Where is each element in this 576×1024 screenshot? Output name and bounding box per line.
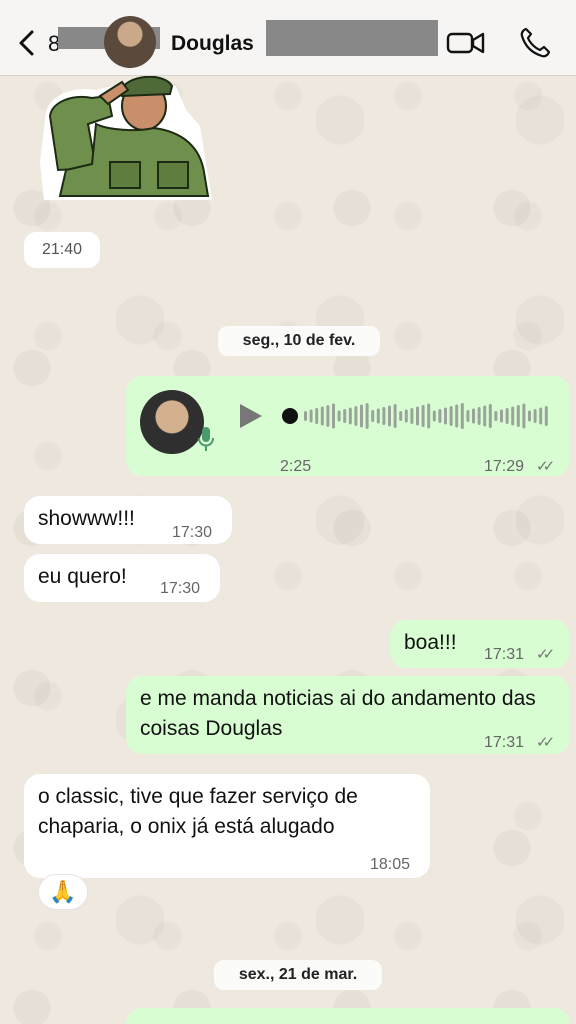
reaction-badge[interactable]: 🙏 bbox=[38, 874, 88, 910]
waveform-bar bbox=[483, 405, 487, 427]
waveform-bar bbox=[360, 404, 363, 428]
waveform-bar bbox=[393, 404, 397, 428]
waveform-bar bbox=[326, 405, 330, 427]
contact-name[interactable]: Douglas bbox=[171, 32, 254, 56]
message-time: 17:30 bbox=[172, 524, 213, 541]
saluting-soldier-sticker[interactable] bbox=[36, 72, 216, 204]
waveform-bar bbox=[399, 411, 403, 421]
waveform-bar bbox=[365, 403, 369, 429]
message-time: 17:29 bbox=[484, 458, 525, 475]
message-time: 17:30 bbox=[160, 580, 201, 597]
waveform-bar bbox=[522, 403, 526, 429]
waveform-bar bbox=[460, 403, 464, 429]
waveform-bar bbox=[388, 405, 391, 427]
waveform-bar bbox=[315, 408, 319, 424]
waveform-bar bbox=[438, 409, 442, 423]
waveform-bar bbox=[533, 409, 537, 423]
waveform-bar bbox=[494, 411, 498, 421]
message-text: o classic, tive que fazer serviço de cha… bbox=[38, 785, 358, 838]
waveform-bar bbox=[516, 405, 520, 427]
message-text: boa!!! bbox=[404, 631, 457, 654]
message-bubble-incoming[interactable]: o classic, tive que fazer serviço de cha… bbox=[24, 774, 430, 878]
message-time: 18:05 bbox=[370, 856, 411, 873]
waveform-bar bbox=[528, 410, 531, 422]
waveform-bar bbox=[488, 404, 492, 428]
microphone-icon bbox=[198, 427, 214, 451]
play-icon[interactable] bbox=[238, 402, 264, 430]
waveform-bar bbox=[382, 407, 386, 425]
waveform-bar bbox=[348, 407, 352, 425]
read-receipt-icon: ✓✓ bbox=[536, 734, 555, 751]
video-call-icon[interactable] bbox=[446, 28, 486, 58]
sender-avatar bbox=[140, 390, 204, 454]
waveform-bar bbox=[320, 406, 324, 426]
redacted-area bbox=[266, 20, 438, 56]
contact-avatar[interactable] bbox=[104, 16, 156, 68]
message-bubble-outgoing[interactable] bbox=[126, 1008, 570, 1024]
waveform-bar bbox=[544, 406, 548, 426]
read-receipt-icon: ✓✓ bbox=[536, 458, 555, 475]
waveform-bar bbox=[472, 408, 475, 424]
playhead-dot bbox=[282, 408, 298, 424]
waveform-bar bbox=[539, 407, 543, 425]
message-bubble-incoming[interactable]: showww!!! 17:30 bbox=[24, 496, 232, 544]
voice-duration: 2:25 bbox=[280, 458, 312, 475]
message-time: 17:31 bbox=[484, 734, 525, 751]
waveform-bar bbox=[455, 404, 459, 428]
phone-icon[interactable] bbox=[518, 26, 552, 60]
waveform-bar bbox=[304, 411, 307, 421]
waveform-bar bbox=[444, 407, 447, 425]
message-text: showww!!! bbox=[38, 507, 135, 530]
sticker-timestamp: 21:40 bbox=[24, 232, 100, 268]
date-separator: seg., 10 de fev. bbox=[218, 326, 380, 356]
waveform-bar bbox=[332, 403, 335, 429]
chat-header: 8 Douglas bbox=[0, 0, 576, 76]
waveform-bar bbox=[427, 403, 431, 429]
message-time: 17:31 bbox=[484, 646, 525, 663]
waveform-bar bbox=[416, 406, 419, 426]
waveform-bar bbox=[337, 410, 341, 422]
message-bubble-outgoing[interactable]: e me manda noticias ai do andamento das … bbox=[126, 676, 570, 754]
waveform-bar bbox=[376, 408, 380, 424]
waveform-bar bbox=[432, 410, 436, 422]
back-chevron-icon[interactable] bbox=[14, 28, 42, 58]
waveform-bar bbox=[477, 407, 481, 425]
waveform-bar bbox=[404, 409, 408, 423]
waveform-bar bbox=[354, 406, 358, 426]
waveform-bar bbox=[343, 409, 347, 423]
waveform-bar bbox=[466, 410, 470, 422]
message-text: eu quero! bbox=[38, 565, 127, 588]
waveform-bar bbox=[410, 408, 414, 424]
waveform-bar bbox=[421, 405, 425, 427]
message-bubble-outgoing[interactable]: boa!!! 17:31 ✓✓ bbox=[390, 620, 570, 668]
waveform-bar bbox=[511, 406, 515, 426]
date-separator: sex., 21 de mar. bbox=[214, 960, 382, 990]
voice-message[interactable]: 2:25 17:29 ✓✓ bbox=[126, 376, 570, 476]
waveform-bar bbox=[505, 408, 509, 424]
message-text: e me manda noticias ai do andamento das … bbox=[140, 687, 536, 740]
message-bubble-incoming[interactable]: eu quero! 17:30 bbox=[24, 554, 220, 602]
waveform-bar bbox=[500, 409, 503, 423]
waveform-bar bbox=[449, 406, 453, 426]
audio-waveform[interactable] bbox=[282, 400, 552, 432]
read-receipt-icon: ✓✓ bbox=[536, 646, 555, 663]
waveform-bar bbox=[371, 410, 375, 422]
waveform-bar bbox=[309, 409, 313, 423]
